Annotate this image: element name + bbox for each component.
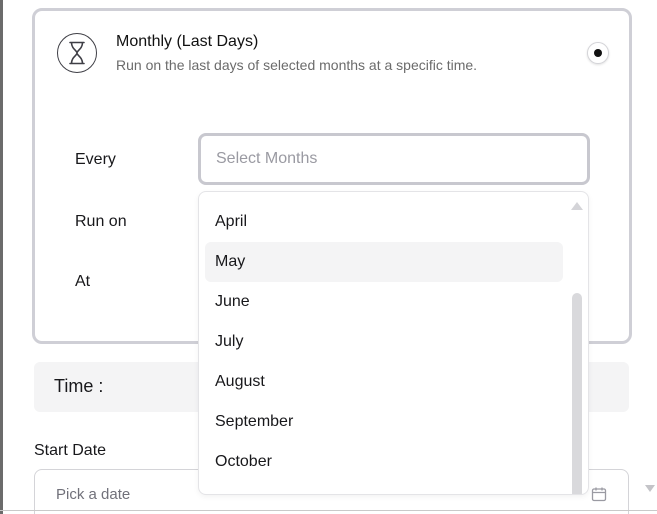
dropdown-scrollbar[interactable] xyxy=(572,293,582,494)
triangle-down-icon[interactable] xyxy=(645,480,655,498)
month-option-october[interactable]: October xyxy=(205,442,563,482)
radio-selected-dot xyxy=(594,49,602,57)
months-select-input[interactable] xyxy=(198,133,590,185)
month-option-july[interactable]: July xyxy=(205,322,563,362)
at-label: At xyxy=(75,273,91,290)
month-option-may[interactable]: May xyxy=(205,242,563,282)
triangle-up-icon[interactable] xyxy=(571,198,583,216)
every-label: Every xyxy=(75,151,116,168)
month-option-november[interactable]: November xyxy=(205,482,563,494)
start-date-label: Start Date xyxy=(34,442,107,459)
schedule-option-description: Run on the last days of selected months … xyxy=(116,57,478,73)
months-dropdown[interactable]: April May June July August September Oct… xyxy=(198,191,589,495)
month-option-september[interactable]: September xyxy=(205,402,563,442)
hourglass-icon xyxy=(57,33,97,73)
month-option-april[interactable]: April xyxy=(205,202,563,242)
schedule-option-title: Monthly (Last Days) xyxy=(116,33,259,50)
schedule-option-radio[interactable] xyxy=(587,42,609,64)
run-on-label: Run on xyxy=(75,213,127,230)
month-option-june[interactable]: June xyxy=(205,282,563,322)
bottom-divider xyxy=(0,510,657,511)
month-option-august[interactable]: August xyxy=(205,362,563,402)
calendar-icon[interactable] xyxy=(591,486,607,507)
window-edge xyxy=(0,0,3,514)
start-date-placeholder: Pick a date xyxy=(56,486,131,503)
time-label: Time : xyxy=(54,376,104,396)
